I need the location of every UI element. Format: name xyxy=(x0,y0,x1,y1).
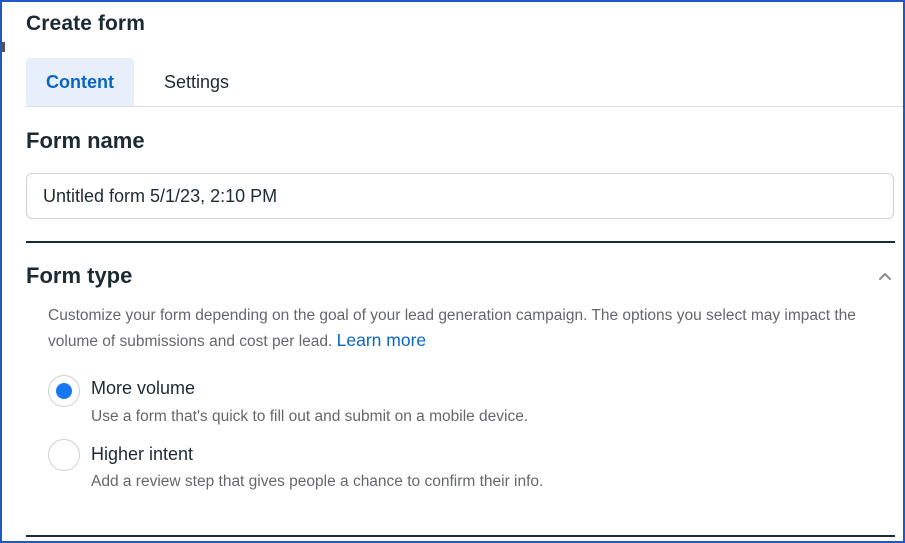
higher-intent-label[interactable]: Higher intent xyxy=(91,444,193,465)
more-volume-radio[interactable] xyxy=(48,375,80,407)
section-divider-bottom xyxy=(26,535,895,537)
form-type-description-text: Customize your form depending on the goa… xyxy=(48,307,856,350)
tab-bar: Content Settings xyxy=(26,58,245,107)
form-name-heading: Form name xyxy=(26,128,145,153)
background-edge-mark xyxy=(2,42,5,52)
form-name-input[interactable] xyxy=(26,173,894,219)
learn-more-link[interactable]: Learn more xyxy=(337,330,427,350)
section-divider xyxy=(26,241,895,243)
create-form-dialog: Create form Content Settings Form name F… xyxy=(0,0,905,543)
chevron-up-icon[interactable] xyxy=(878,270,892,282)
form-type-heading: Form type xyxy=(26,263,133,288)
tab-settings[interactable]: Settings xyxy=(134,58,245,106)
form-type-description: Customize your form depending on the goa… xyxy=(48,303,878,354)
tabs-divider xyxy=(26,106,903,107)
tab-content[interactable]: Content xyxy=(26,58,134,106)
higher-intent-radio[interactable] xyxy=(48,439,80,471)
dialog-title: Create form xyxy=(26,12,145,35)
higher-intent-description: Add a review step that gives people a ch… xyxy=(91,473,544,490)
more-volume-label[interactable]: More volume xyxy=(91,378,195,399)
more-volume-description: Use a form that's quick to fill out and … xyxy=(91,408,529,425)
